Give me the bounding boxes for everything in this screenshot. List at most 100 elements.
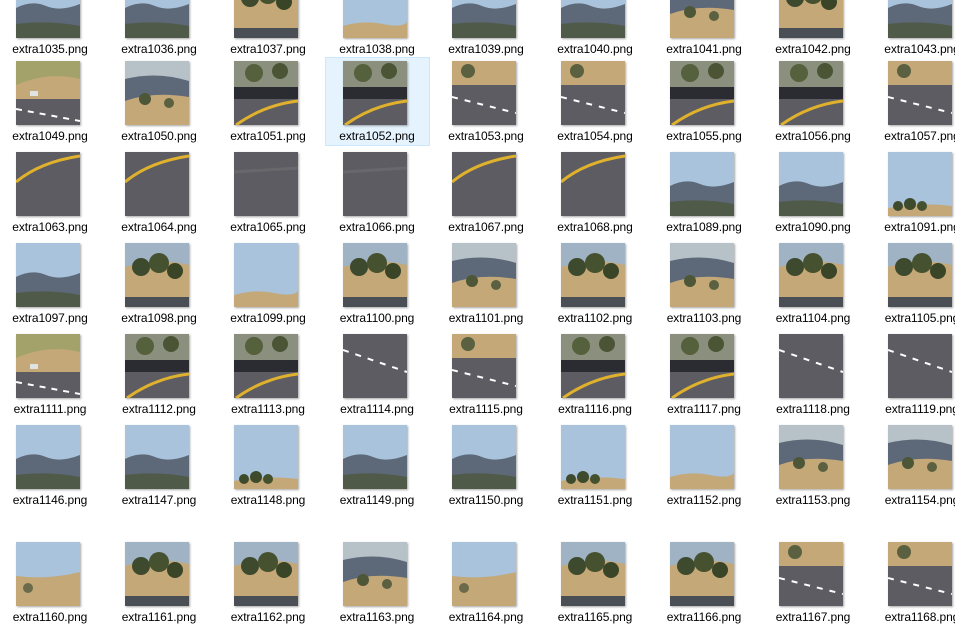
file-item[interactable]: extra1037.png — [216, 0, 321, 59]
file-item[interactable]: extra1038.png — [325, 0, 430, 59]
file-item[interactable]: extra1150.png — [434, 421, 539, 510]
file-item[interactable]: extra1051.png — [216, 57, 321, 146]
file-item[interactable]: extra1160.png — [0, 538, 103, 627]
file-name: extra1112.png — [122, 402, 196, 416]
file-name: extra1064.png — [121, 220, 197, 234]
file-item[interactable]: extra1104.png — [761, 239, 866, 328]
file-item[interactable]: extra1146.png — [0, 421, 103, 510]
file-item[interactable]: extra1056.png — [761, 57, 866, 146]
file-item[interactable]: extra1167.png — [761, 538, 866, 627]
file-name: extra1049.png — [12, 129, 88, 143]
file-item[interactable]: extra1063.png — [0, 148, 103, 237]
file-thumbnail — [670, 0, 734, 38]
file-item[interactable]: extra1055.png — [652, 57, 757, 146]
file-item[interactable]: extra1111.png — [0, 330, 103, 419]
file-item[interactable]: extra1049.png — [0, 57, 103, 146]
file-item[interactable]: extra1166.png — [652, 538, 757, 627]
file-thumbnail — [343, 152, 407, 216]
file-item[interactable]: extra1161.png — [107, 538, 212, 627]
file-item[interactable]: extra1036.png — [107, 0, 212, 59]
file-name: extra1161.png — [121, 610, 197, 624]
file-item[interactable]: extra1118.png — [761, 330, 866, 419]
file-item[interactable]: extra1119.png — [870, 330, 955, 419]
file-item[interactable]: extra1149.png — [325, 421, 430, 510]
file-item[interactable]: extra1089.png — [652, 148, 757, 237]
file-name: extra1114.png — [340, 402, 414, 416]
file-item[interactable]: extra1098.png — [107, 239, 212, 328]
file-thumbnail — [888, 243, 952, 307]
file-item[interactable]: extra1114.png — [325, 330, 430, 419]
file-grid: extra1035.png extra1036.png extra1037.png e… — [0, 0, 955, 639]
file-item[interactable]: extra1164.png — [434, 538, 539, 627]
file-name: extra1089.png — [666, 220, 742, 234]
file-thumbnail — [561, 61, 625, 125]
file-item[interactable]: extra1052.png — [325, 57, 430, 146]
file-item[interactable]: extra1105.png — [870, 239, 955, 328]
file-item[interactable]: extra1050.png — [107, 57, 212, 146]
file-thumbnail — [452, 243, 516, 307]
file-item[interactable]: extra1153.png — [761, 421, 866, 510]
file-item[interactable]: extra1103.png — [652, 239, 757, 328]
file-name: extra1111.png — [13, 402, 87, 416]
file-name: extra1042.png — [775, 42, 851, 56]
file-item[interactable]: extra1064.png — [107, 148, 212, 237]
file-item[interactable]: extra1168.png — [870, 538, 955, 627]
file-item[interactable]: extra1068.png — [543, 148, 648, 237]
file-item[interactable]: extra1152.png — [652, 421, 757, 510]
file-item[interactable]: extra1043.png — [870, 0, 955, 59]
file-item[interactable]: extra1113.png — [216, 330, 321, 419]
file-item[interactable]: extra1101.png — [434, 239, 539, 328]
file-item[interactable]: extra1065.png — [216, 148, 321, 237]
file-item[interactable]: extra1054.png — [543, 57, 648, 146]
file-item[interactable]: extra1040.png — [543, 0, 648, 59]
file-item[interactable]: extra1035.png — [0, 0, 103, 59]
file-item[interactable]: extra1097.png — [0, 239, 103, 328]
file-thumbnail — [670, 542, 734, 606]
file-thumbnail — [452, 425, 516, 489]
file-item[interactable]: extra1066.png — [325, 148, 430, 237]
file-item[interactable]: extra1042.png — [761, 0, 866, 59]
file-item[interactable]: extra1148.png — [216, 421, 321, 510]
file-thumbnail — [670, 425, 734, 489]
file-item[interactable]: extra1154.png — [870, 421, 955, 510]
file-item[interactable]: extra1115.png — [434, 330, 539, 419]
file-thumbnail — [16, 61, 80, 125]
file-name: extra1113.png — [231, 402, 305, 416]
file-thumbnail — [16, 425, 80, 489]
file-thumbnail — [16, 243, 80, 307]
file-name: extra1151.png — [557, 493, 633, 507]
file-name: extra1098.png — [121, 311, 197, 325]
file-item[interactable]: extra1067.png — [434, 148, 539, 237]
file-item[interactable]: extra1162.png — [216, 538, 321, 627]
file-name: extra1065.png — [230, 220, 306, 234]
file-item[interactable]: extra1117.png — [652, 330, 757, 419]
file-thumbnail — [125, 152, 189, 216]
file-name: extra1104.png — [775, 311, 851, 325]
file-name: extra1057.png — [884, 129, 955, 143]
file-item[interactable]: extra1091.png — [870, 148, 955, 237]
file-item[interactable]: extra1147.png — [107, 421, 212, 510]
file-thumbnail — [888, 152, 952, 216]
file-item[interactable]: extra1090.png — [761, 148, 866, 237]
file-item[interactable]: extra1039.png — [434, 0, 539, 59]
file-item[interactable]: extra1102.png — [543, 239, 648, 328]
file-item[interactable]: extra1053.png — [434, 57, 539, 146]
file-item[interactable]: extra1163.png — [325, 538, 430, 627]
file-thumbnail — [561, 0, 625, 38]
file-item[interactable]: extra1116.png — [543, 330, 648, 419]
file-name: extra1150.png — [448, 493, 524, 507]
file-item[interactable]: extra1165.png — [543, 538, 648, 627]
file-thumbnail — [888, 0, 952, 38]
file-name: extra1148.png — [230, 493, 306, 507]
file-name: extra1147.png — [121, 493, 197, 507]
file-thumbnail — [888, 425, 952, 489]
file-item[interactable]: extra1151.png — [543, 421, 648, 510]
file-name: extra1051.png — [230, 129, 306, 143]
file-name: extra1056.png — [775, 129, 851, 143]
file-item[interactable]: extra1100.png — [325, 239, 430, 328]
file-item[interactable]: extra1057.png — [870, 57, 955, 146]
file-item[interactable]: extra1099.png — [216, 239, 321, 328]
file-item[interactable]: extra1112.png — [107, 330, 212, 419]
file-item[interactable]: extra1041.png — [652, 0, 757, 59]
file-name: extra1166.png — [666, 610, 742, 624]
